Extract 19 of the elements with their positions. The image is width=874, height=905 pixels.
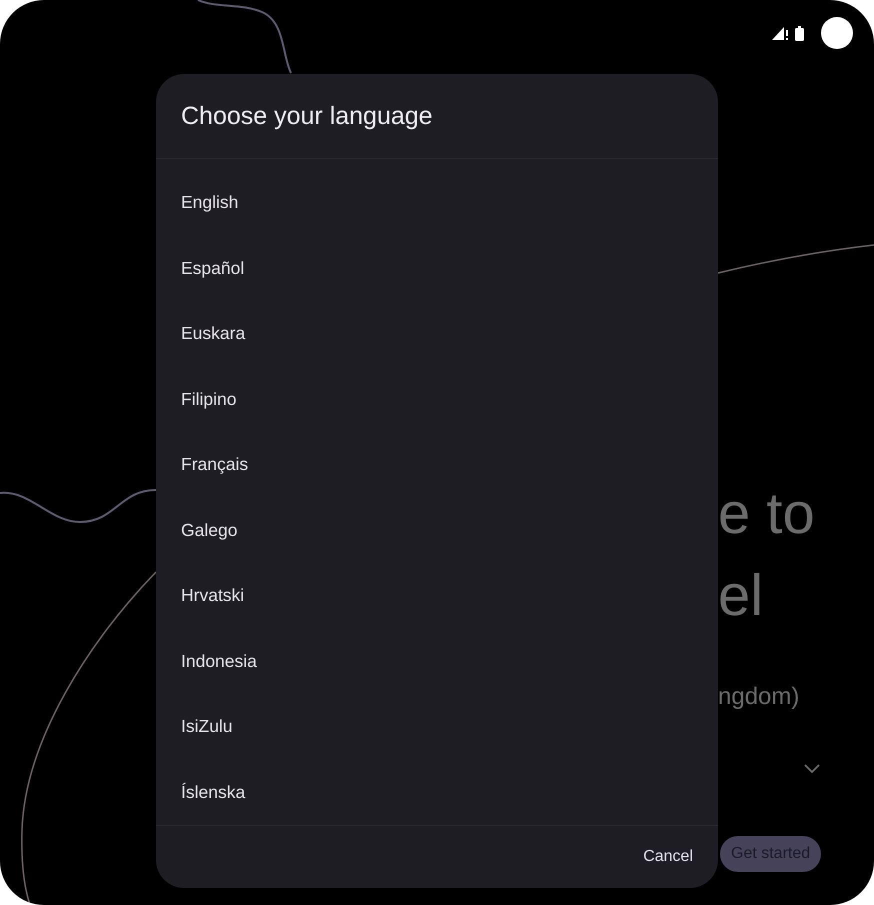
battery-icon <box>795 26 804 40</box>
language-option[interactable]: Français <box>156 432 718 498</box>
cancel-button[interactable]: Cancel <box>643 848 693 866</box>
language-option[interactable]: Hrvatski <box>156 563 718 628</box>
language-option[interactable]: Filipino <box>156 366 718 432</box>
language-option[interactable]: IsiZulu <box>156 694 718 760</box>
heading-text: e to <box>718 480 815 548</box>
language-option[interactable]: Íslenska <box>156 760 718 825</box>
subtitle-text: ngdom) <box>718 682 800 712</box>
signal-icon <box>772 26 789 40</box>
language-option[interactable]: Galego <box>156 498 718 563</box>
language-option[interactable]: Español <box>156 236 718 301</box>
dialog-title: Choose your language <box>181 102 433 130</box>
language-option[interactable]: English <box>156 170 718 236</box>
circle-icon <box>821 17 853 49</box>
language-option[interactable]: Indonesia <box>156 628 718 694</box>
language-option[interactable]: Euskara <box>156 301 718 366</box>
heading-text: el <box>718 562 764 630</box>
chevron-down-icon[interactable] <box>804 764 820 773</box>
